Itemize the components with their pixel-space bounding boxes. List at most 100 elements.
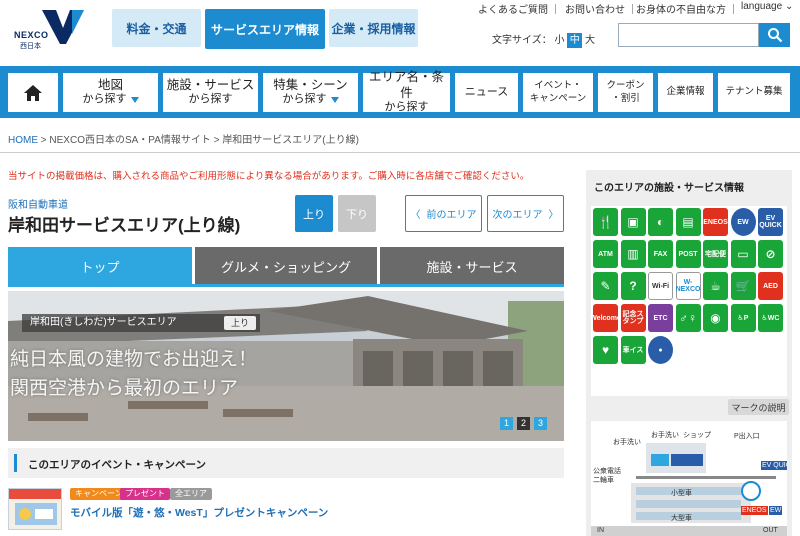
campaign-thumbnail[interactable] [8,488,62,530]
nav-facility-line2: から探す [188,93,233,106]
campaign-link[interactable]: モバイル版「遊・悠・WesT」プレゼントキャンペーン [70,505,328,520]
slide-page-1[interactable]: 1 [500,417,513,430]
tab-gourmet[interactable]: グルメ・ショッピング [195,247,377,285]
shop-icon[interactable]: ▤ [675,208,701,236]
beer-icon[interactable]: ▥ [620,240,646,268]
events-heading-bar: このエリアのイベント・キャンペーン [8,448,564,478]
global-tab-company[interactable]: 企業・採用情報 [329,9,418,47]
coffee-icon[interactable]: ☕ [703,272,728,300]
nav-feature[interactable]: 特集・シーン から探す [263,73,358,112]
util-link-faq[interactable]: よくあるご質問 ｜ [478,1,561,16]
down-direction-button[interactable]: 下り [338,195,376,232]
map-label-toilet-2: お手洗い [613,439,641,446]
breadcrumb-level1[interactable]: NEXCO西日本のSA・PA情報サイト [49,135,211,146]
main-nav: 地図 から探す 施設・サービス から探す 特集・シーン から探す エリア名・条件 から探… [0,66,800,118]
nexco-logo[interactable]: NEXCO 西日本 [14,10,86,50]
chevron-down-icon [330,96,339,103]
road-name[interactable]: 阪和自動車道 [8,196,68,211]
logo-text: NEXCO [14,30,49,40]
post-icon[interactable]: POST [675,240,701,268]
map-label-in: IN [597,527,604,534]
cart-icon[interactable]: 🛒 [730,272,756,300]
divider [0,152,800,153]
prev-area-button[interactable]: 〈前のエリア [405,195,482,232]
takkyubin-icon[interactable]: 宅配便 [703,240,728,268]
util-link-contact[interactable]: お問い合わせ ｜ [565,1,638,16]
nav-coupon[interactable]: クーポン ・割引 [598,73,653,112]
nav-home[interactable] [8,73,58,112]
font-large-button[interactable]: 大 [585,35,595,46]
welcome-icon[interactable]: Welcome [590,304,621,332]
global-tab-fare[interactable]: 料金・交通 [112,9,201,47]
info-icon[interactable]: ? [620,272,646,300]
toilet-icon[interactable]: ♂♀ [675,304,701,332]
no-smoking-icon[interactable]: ⊘ [758,240,783,268]
food-court-icon[interactable]: ▣ [620,208,646,236]
util-link-accessibility[interactable]: お身体の不自由な方 ｜ [636,1,739,16]
tab-top[interactable]: トップ [8,247,192,285]
map-label-parking-entrance: P出入口 [734,433,760,440]
nav-facility-line1: 施設・サービス [166,77,255,92]
area-map[interactable]: お手洗い ショップ お手洗い P出入口 公衆電話 二輪車 小型車 大型車 IN … [591,421,787,536]
bread-icon[interactable]: ◐ [648,208,673,236]
hero-image[interactable]: 上り 岸和田(きしわだ)サービスエリア 純日本風の建物でお出迎え！ 関西空港から最初… [8,291,564,441]
font-small-button[interactable]: 小 [554,35,564,46]
nursing-icon[interactable]: ♥ [593,336,618,364]
ev-quick-icon[interactable]: EV QUICK [758,208,783,236]
map-label-out: OUT [763,527,778,534]
atm-icon[interactable]: ATM [593,240,618,268]
baby-icon[interactable]: ◉ [703,304,728,332]
slide-page-3[interactable]: 3 [534,417,547,430]
nav-news[interactable]: ニュース [455,73,518,112]
nav-corporate[interactable]: 企業情報 [658,73,713,112]
wifi-icon[interactable]: Wi-Fi [648,272,673,300]
stamp-icon[interactable]: 記念スタンプ [620,304,646,332]
global-tab-service-area[interactable]: サービスエリア情報 [205,9,325,49]
nav-event[interactable]: イベント・ キャンペーン [523,73,593,112]
restaurant-icon[interactable]: 🍴 [593,208,618,236]
tab-facility[interactable]: 施設・サービス [380,247,564,285]
next-area-label: 次のエリア [492,210,543,221]
map-label-toilet: お手洗い [651,432,679,439]
chevron-left-icon: 〈 [410,210,421,221]
site-header: NEXCO 西日本 料金・交通 サービスエリア情報 企業・採用情報 よくあるご質… [0,0,800,66]
slide-page-2[interactable]: 2 [517,417,530,430]
etc-icon[interactable]: ETC [648,304,673,332]
pen-icon[interactable]: ✎ [593,272,618,300]
chevron-right-icon: 〉 [548,210,559,221]
breadcrumb-home[interactable]: HOME [8,135,38,146]
events-heading: このエリアのイベント・キャンペーン [28,459,206,471]
next-area-button[interactable]: 次のエリア〉 [487,195,564,232]
wheelchair-car-icon[interactable]: 車イス [620,336,646,364]
language-select[interactable]: language ⌄ [741,1,793,12]
hero-area-name: 岸和田(きしわだ)サービスエリア [30,317,177,328]
breadcrumb-sep: > [40,135,47,146]
page-title: 岸和田サービスエリア(上り線) [8,216,241,235]
nexco-phone-icon[interactable]: W-NEXCO [675,272,701,300]
tag-all-area: 全エリア [170,488,212,500]
card-icon[interactable]: ▭ [730,240,756,268]
chevron-down-icon [130,96,139,103]
facility-icon-grid: 🍴 ▣ ◐ ▤ ENEOS EW EV QUICK ATM ▥ FAX POST 宅配便 ▭ ⊘ ✎? Wi-… [590,206,787,396]
wheelchair-wc-icon[interactable]: ♿WC [758,304,783,332]
font-mid-button[interactable]: 中 [567,33,583,48]
aed-icon[interactable]: AED [758,272,783,300]
legend-button[interactable]: マークの説明 [728,399,789,415]
nav-facility[interactable]: 施設・サービス から探す [163,73,258,112]
nav-area-line1: エリア名・条件 [368,70,444,100]
wheelchair-p-icon[interactable]: ♿P [730,304,756,332]
ev-icon[interactable]: EW [730,208,756,236]
tag-present: プレゼント [120,488,170,500]
heading-accent [14,454,17,472]
search-button[interactable] [759,23,790,47]
nav-map[interactable]: 地図 から探す [63,73,158,112]
up-direction-button[interactable]: 上り [295,195,333,232]
search-input[interactable] [618,23,759,47]
nav-area-name[interactable]: エリア名・条件 から探す [363,70,450,113]
chevron-down-icon: ⌄ [784,1,794,12]
fax-icon[interactable]: FAX [648,240,673,268]
nav-tenant[interactable]: テナント募集 [718,73,790,112]
eneos-icon[interactable]: ENEOS [703,208,728,236]
hero-caption: 純日本風の建物でお出迎え！ 関西空港から最初のエリア [10,345,257,403]
dog-icon[interactable]: ● [648,336,673,364]
